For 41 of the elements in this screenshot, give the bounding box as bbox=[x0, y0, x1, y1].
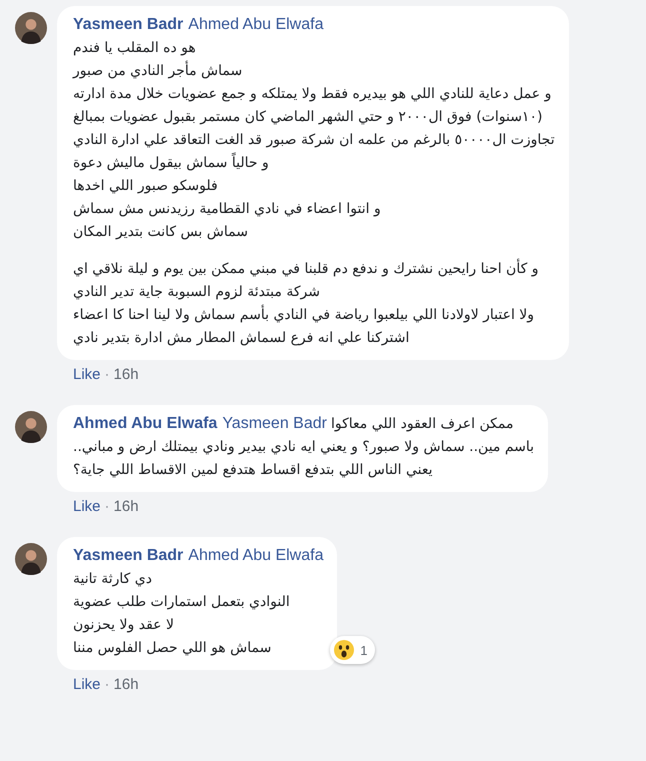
mention-link[interactable]: Yasmeen Badr bbox=[222, 415, 327, 432]
surprised-face-icon bbox=[334, 640, 354, 660]
reaction-badge[interactable]: 1 bbox=[330, 636, 376, 664]
comment-text: هو ده المقلب يا فندم bbox=[73, 39, 196, 58]
separator-dot: · bbox=[104, 366, 110, 383]
comment-text: (١٠سنوات) فوق ال٢٠٠٠ و حتي الشهر الماضي كان مستمر بقبول عضويات بمبالغ bbox=[73, 108, 542, 127]
comment-text: النوادي بتعمل استمارات طلب عضوية bbox=[73, 593, 290, 612]
comment-text: باسم مين.. سماش ولا صبور؟ و يعني ايه نادي بيدير ونادي بيمتلك ارض و مباني.. bbox=[73, 438, 534, 457]
avatar-icon[interactable] bbox=[15, 411, 47, 443]
comment-text: فلوسكو صبور اللي اخدها bbox=[73, 177, 218, 196]
avatar-icon[interactable] bbox=[15, 543, 47, 575]
comment-text: سماش هو اللي حصل الفلوس مننا bbox=[73, 639, 272, 658]
mention-link[interactable]: Ahmed Abu Elwafa bbox=[188, 16, 324, 33]
comment-text: و حالياً سماش بيقول ماليش دعوة bbox=[73, 152, 269, 175]
author-link[interactable]: Yasmeen Badr bbox=[73, 16, 184, 33]
timestamp[interactable]: 16h bbox=[114, 366, 139, 383]
timestamp[interactable]: 16h bbox=[114, 498, 139, 515]
comment-text: سماش مأجر النادي من صبور bbox=[73, 60, 242, 83]
like-link[interactable]: Like bbox=[73, 676, 101, 693]
comment-text: دي كارثة تانية bbox=[73, 570, 152, 589]
comment-text: و كأن احنا رايحين نشترك و ندفع دم قلبنا في مبني ممكن بين يوم و ليلة نلاقي اي bbox=[73, 258, 538, 281]
separator-dot: · bbox=[104, 498, 110, 515]
comment-text: اشتركنا علي انه فرع لسماش المطار مش ادارة بتدير نادي bbox=[73, 329, 410, 348]
author-link[interactable]: Ahmed Abu Elwafa bbox=[73, 415, 218, 432]
like-link[interactable]: Like bbox=[73, 498, 101, 515]
like-link[interactable]: Like bbox=[73, 366, 101, 383]
comment-text: لا عقد ولا يحزنون bbox=[73, 616, 174, 635]
mention-link[interactable]: Ahmed Abu Elwafa bbox=[188, 547, 324, 564]
comment-text: تجاوزت ال٥٠٠٠٠ بالرغم من علمه ان شركة صبور قد الغت التعاقد علي ادارة النادي bbox=[73, 131, 555, 150]
comment-text: يعني الناس اللي بتدفع اقساط هتدفع لمين الاقساط اللي جاية؟ bbox=[73, 461, 433, 480]
comment-text: و عمل دعاية للنادي اللي هو بيديره فقط ولا يمتلكه و جمع عضويات خلال مدة ادارته bbox=[73, 85, 552, 104]
comment-text: سماش بس كانت بتدير المكان bbox=[73, 223, 248, 242]
avatar-icon[interactable] bbox=[15, 12, 47, 44]
comment-text: ممكن اعرف العقود اللي معاكوا bbox=[330, 415, 514, 434]
comment-text: و انتوا اعضاء في نادي القطامية رزيدنس مش سماش bbox=[73, 200, 381, 219]
comment-text: ولا اعتبار لاولادنا اللي بيلعبوا رياضة في النادي بأسم سماش ولا لينا احنا كا اعضاء bbox=[73, 304, 534, 327]
comment-text: شركة مبتدئة لزوم السبوبة جاية تدير النادي bbox=[73, 283, 320, 302]
timestamp[interactable]: 16h bbox=[114, 676, 139, 693]
reaction-count: 1 bbox=[360, 642, 368, 658]
author-link[interactable]: Yasmeen Badr bbox=[73, 547, 184, 564]
separator-dot: · bbox=[104, 676, 110, 693]
